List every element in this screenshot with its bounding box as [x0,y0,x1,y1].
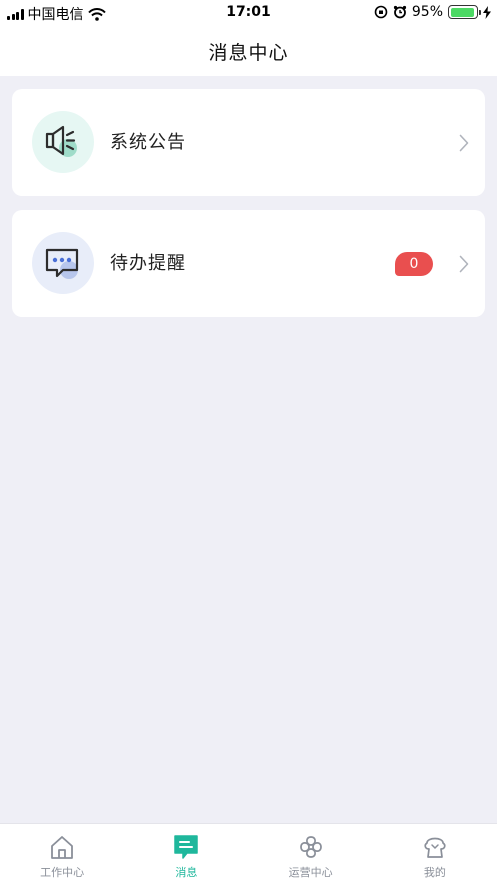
battery-percent: 95% [411,4,443,20]
page-title: 消息中心 [208,41,289,64]
message-icon [173,834,199,860]
todo-reminder-label: 待办提醒 [110,253,186,274]
flower-icon [298,834,324,860]
tab-mine[interactable]: 我的 [373,824,497,883]
bottom-tab-bar: 工作中心 消息 运营中心 我的 [0,823,497,883]
tab-label: 工作中心 [40,866,85,879]
battery-icon [448,5,481,19]
chat-bubble-icon [32,232,94,294]
nav-header: 消息中心 [0,26,497,76]
unread-count-badge: 0 [395,252,433,276]
system-announcement-card[interactable]: 系统公告 [12,89,485,196]
tab-label: 运营中心 [288,866,333,879]
screen: 中国电信 17:01 95% 消息中心 系统公告 待办提醒 0 工作中心 消息 … [0,0,497,883]
todo-reminder-card[interactable]: 待办提醒 0 [12,210,485,317]
status-right: 95% [374,4,491,20]
system-announcement-label: 系统公告 [110,132,186,153]
tab-messages[interactable]: 消息 [124,824,248,883]
profile-icon [422,834,448,860]
chevron-right-icon [459,134,469,152]
chevron-right-icon [459,255,469,273]
alarm-clock-icon [393,5,406,19]
battery-fill [450,7,475,17]
charging-bolt-icon [483,5,491,19]
tab-label: 消息 [175,866,198,879]
status-bar: 中国电信 17:01 95% [0,0,497,26]
rotation-lock-icon [374,5,388,19]
megaphone-icon [32,111,94,173]
home-icon [49,834,75,860]
tab-label: 我的 [423,866,446,879]
tab-work-center[interactable]: 工作中心 [0,824,124,883]
tab-operations-center[interactable]: 运营中心 [249,824,373,883]
